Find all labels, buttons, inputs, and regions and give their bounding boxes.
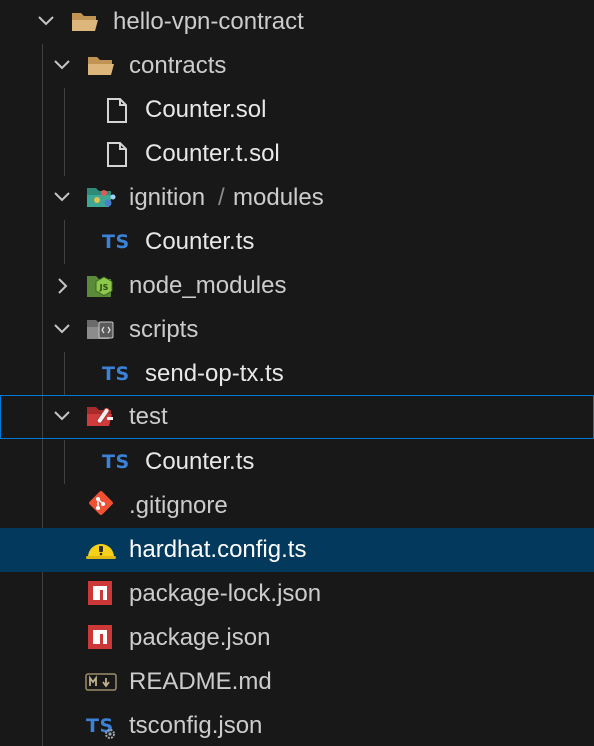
tree-item-test-counter-ts[interactable]: TS Counter.ts bbox=[0, 440, 594, 484]
tree-item-counter-t-sol[interactable]: Counter.t.sol bbox=[0, 132, 594, 176]
tree-item-label: package.json bbox=[129, 624, 271, 651]
file-icon bbox=[107, 98, 127, 123]
tree-item-label: .gitignore bbox=[129, 492, 228, 519]
tree-item-label: Counter.sol bbox=[145, 96, 267, 123]
tree-item-label: test bbox=[129, 403, 168, 430]
tree-item-label: package-lock.json bbox=[129, 580, 322, 607]
tree-item-label: scripts bbox=[129, 316, 199, 343]
tree-item-package-lock-json[interactable]: package-lock.json bbox=[0, 572, 594, 616]
npm-icon bbox=[88, 625, 112, 649]
folder-test-icon bbox=[87, 407, 113, 426]
hardhat-icon bbox=[86, 544, 116, 559]
file-icon bbox=[107, 142, 127, 167]
tree-item-label: ignition bbox=[129, 184, 206, 211]
markdown-icon bbox=[85, 673, 117, 691]
file-explorer: hello-vpn-contract contracts Counter.sol… bbox=[0, 0, 594, 746]
tree-item-label: Counter.t.sol bbox=[145, 140, 280, 167]
tree-item-label: tsconfig.json bbox=[129, 712, 263, 739]
tree-item-label: modules bbox=[233, 184, 324, 211]
tree-item-hardhat-config-ts[interactable]: hardhat.config.ts bbox=[0, 528, 594, 572]
tree-item-ignition-counter-ts[interactable]: TS Counter.ts bbox=[0, 220, 594, 264]
git-icon bbox=[89, 491, 113, 515]
chevron-right-icon[interactable] bbox=[48, 264, 76, 308]
tree-item-label: node_modules bbox=[129, 272, 287, 299]
chevron-down-icon[interactable] bbox=[48, 308, 76, 352]
tree-item-label: Counter.ts bbox=[145, 228, 255, 255]
tree-item-label: hello-vpn-contract bbox=[113, 8, 304, 35]
tree-item-package-json[interactable]: package.json bbox=[0, 616, 594, 660]
gear-icon bbox=[105, 729, 115, 739]
tree-item-send-op-tx-ts[interactable]: TS send-op-tx.ts bbox=[0, 352, 594, 396]
tree-item-counter-sol[interactable]: Counter.sol bbox=[0, 88, 594, 132]
tree-item-root-folder[interactable]: hello-vpn-contract bbox=[0, 0, 594, 44]
tree-item-contracts-folder[interactable]: contracts bbox=[0, 44, 594, 88]
folder-node-icon: JS bbox=[87, 276, 113, 297]
typescript-icon: TS bbox=[102, 363, 130, 385]
tree-item-label: contracts bbox=[129, 52, 227, 79]
tree-item-label: Counter.ts bbox=[145, 448, 255, 475]
typescript-icon: TS bbox=[102, 451, 130, 473]
npm-icon bbox=[88, 581, 112, 605]
tree-item-gitignore[interactable]: .gitignore bbox=[0, 484, 594, 528]
tree-item-scripts-folder[interactable]: scripts bbox=[0, 308, 594, 352]
tree-item-label: README.md bbox=[129, 668, 272, 695]
tree-item-label: hardhat.config.ts bbox=[129, 536, 307, 563]
chevron-down-icon[interactable] bbox=[32, 0, 60, 44]
chevron-down-icon[interactable] bbox=[48, 395, 76, 439]
tree-item-node-modules-folder[interactable]: JS node_modules bbox=[0, 264, 594, 308]
tree-item-label: send-op-tx.ts bbox=[145, 360, 284, 387]
typescript-icon: TS bbox=[102, 231, 130, 253]
chevron-down-icon[interactable] bbox=[48, 44, 76, 88]
folder-scripts-icon bbox=[87, 320, 114, 339]
tree-item-tsconfig-json[interactable]: TS tsconfig.json bbox=[0, 704, 594, 746]
folder-ignition-icon bbox=[87, 188, 116, 207]
tree-item-readme-md[interactable]: README.md bbox=[0, 660, 594, 704]
svg-text:JS: JS bbox=[99, 283, 109, 292]
path-separator: / bbox=[218, 184, 225, 211]
folder-open-icon bbox=[88, 57, 114, 75]
tree-item-ignition-modules-folder[interactable]: ignition / modules bbox=[0, 176, 594, 220]
tree-item-test-folder[interactable]: test bbox=[0, 395, 594, 439]
chevron-down-icon[interactable] bbox=[48, 176, 76, 220]
folder-open-icon bbox=[72, 13, 98, 31]
